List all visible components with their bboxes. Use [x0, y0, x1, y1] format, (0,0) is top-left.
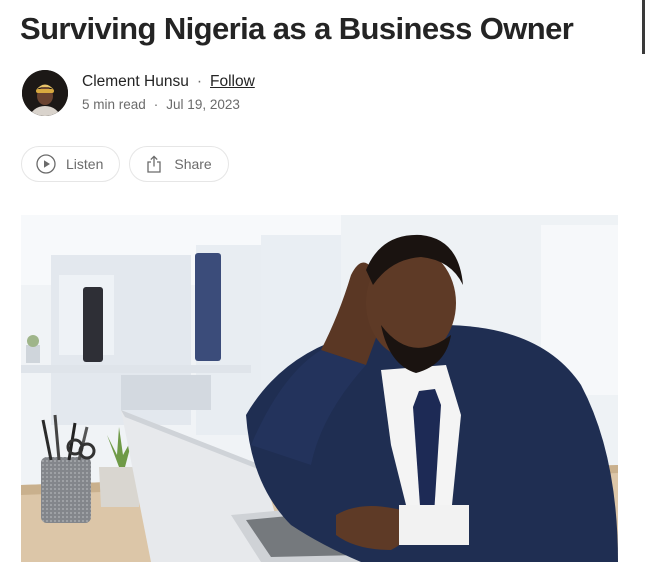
- share-button[interactable]: Share: [129, 146, 229, 182]
- listen-label: Listen: [66, 156, 104, 172]
- author-line: Clement Hunsu · Follow: [82, 71, 255, 93]
- action-bar: Listen Share: [21, 146, 229, 182]
- hero-image: [21, 215, 618, 562]
- article-page: Surviving Nigeria as a Business Owner Cl…: [0, 0, 647, 572]
- scrollbar-edge: [642, 0, 645, 54]
- office-photo: [21, 215, 618, 562]
- publish-date: Jul 19, 2023: [166, 97, 240, 112]
- author-block: Clement Hunsu · Follow 5 min read · Jul …: [22, 70, 255, 116]
- play-circle-icon: [36, 154, 56, 174]
- listen-button[interactable]: Listen: [21, 146, 121, 182]
- share-label: Share: [174, 156, 212, 172]
- follow-link[interactable]: Follow: [210, 71, 255, 93]
- share-icon: [147, 155, 162, 173]
- author-meta: Clement Hunsu · Follow 5 min read · Jul …: [82, 71, 255, 115]
- separator-dot: ·: [196, 73, 202, 90]
- post-meta: 5 min read · Jul 19, 2023: [82, 95, 255, 115]
- avatar-image: [22, 70, 68, 116]
- author-avatar[interactable]: [22, 70, 68, 116]
- article-title: Surviving Nigeria as a Business Owner: [20, 11, 574, 46]
- separator-dot: ·: [153, 97, 159, 112]
- read-time: 5 min read: [82, 97, 146, 112]
- author-name[interactable]: Clement Hunsu: [82, 71, 189, 93]
